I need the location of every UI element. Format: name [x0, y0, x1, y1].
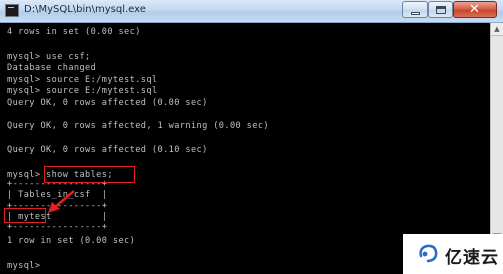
console-line: Query OK, 0 rows affected (0.00 sec) — [7, 98, 208, 108]
console-line: 1 row in set (0.00 sec) — [7, 236, 136, 246]
close-icon: ✕ — [469, 2, 480, 17]
console-line: 4 rows in set (0.00 sec) — [7, 27, 141, 37]
result-highlight-box — [4, 208, 46, 223]
annotation-arrow-icon — [48, 190, 75, 213]
console-line: Query OK, 0 rows affected, 1 warning (0.… — [7, 121, 269, 131]
watermark: 亿速云 — [403, 234, 503, 274]
console-line: mysql> use csf; — [7, 52, 91, 62]
console-line: +----------------+ — [7, 222, 108, 232]
maximize-icon — [436, 6, 446, 14]
command-highlight-box — [44, 166, 135, 183]
watermark-logo-icon — [419, 244, 438, 263]
console-prompt[interactable]: mysql> — [7, 261, 40, 271]
console-window: D:\MySQL\bin\mysql.exe ✕ 4 rows in set (… — [0, 0, 503, 274]
console-line: Query OK, 0 rows affected (0.10 sec) — [7, 145, 208, 155]
minimize-button[interactable] — [402, 1, 428, 18]
window-title: D:\MySQL\bin\mysql.exe — [24, 4, 146, 15]
watermark-text: 亿速云 — [445, 248, 499, 268]
title-bar[interactable]: D:\MySQL\bin\mysql.exe ✕ — [0, 0, 503, 23]
close-button[interactable]: ✕ — [453, 1, 497, 18]
scroll-up-arrow-icon[interactable]: ▲ — [491, 23, 503, 36]
console-line: mysql> source E:/mytest.sql — [7, 86, 158, 96]
console-line: mysql> source E:/mytest.sql — [7, 75, 158, 85]
minimize-icon — [411, 12, 420, 15]
console-line: Database changed — [7, 63, 97, 73]
maximize-button[interactable] — [428, 1, 453, 18]
console-app-icon — [5, 4, 19, 17]
